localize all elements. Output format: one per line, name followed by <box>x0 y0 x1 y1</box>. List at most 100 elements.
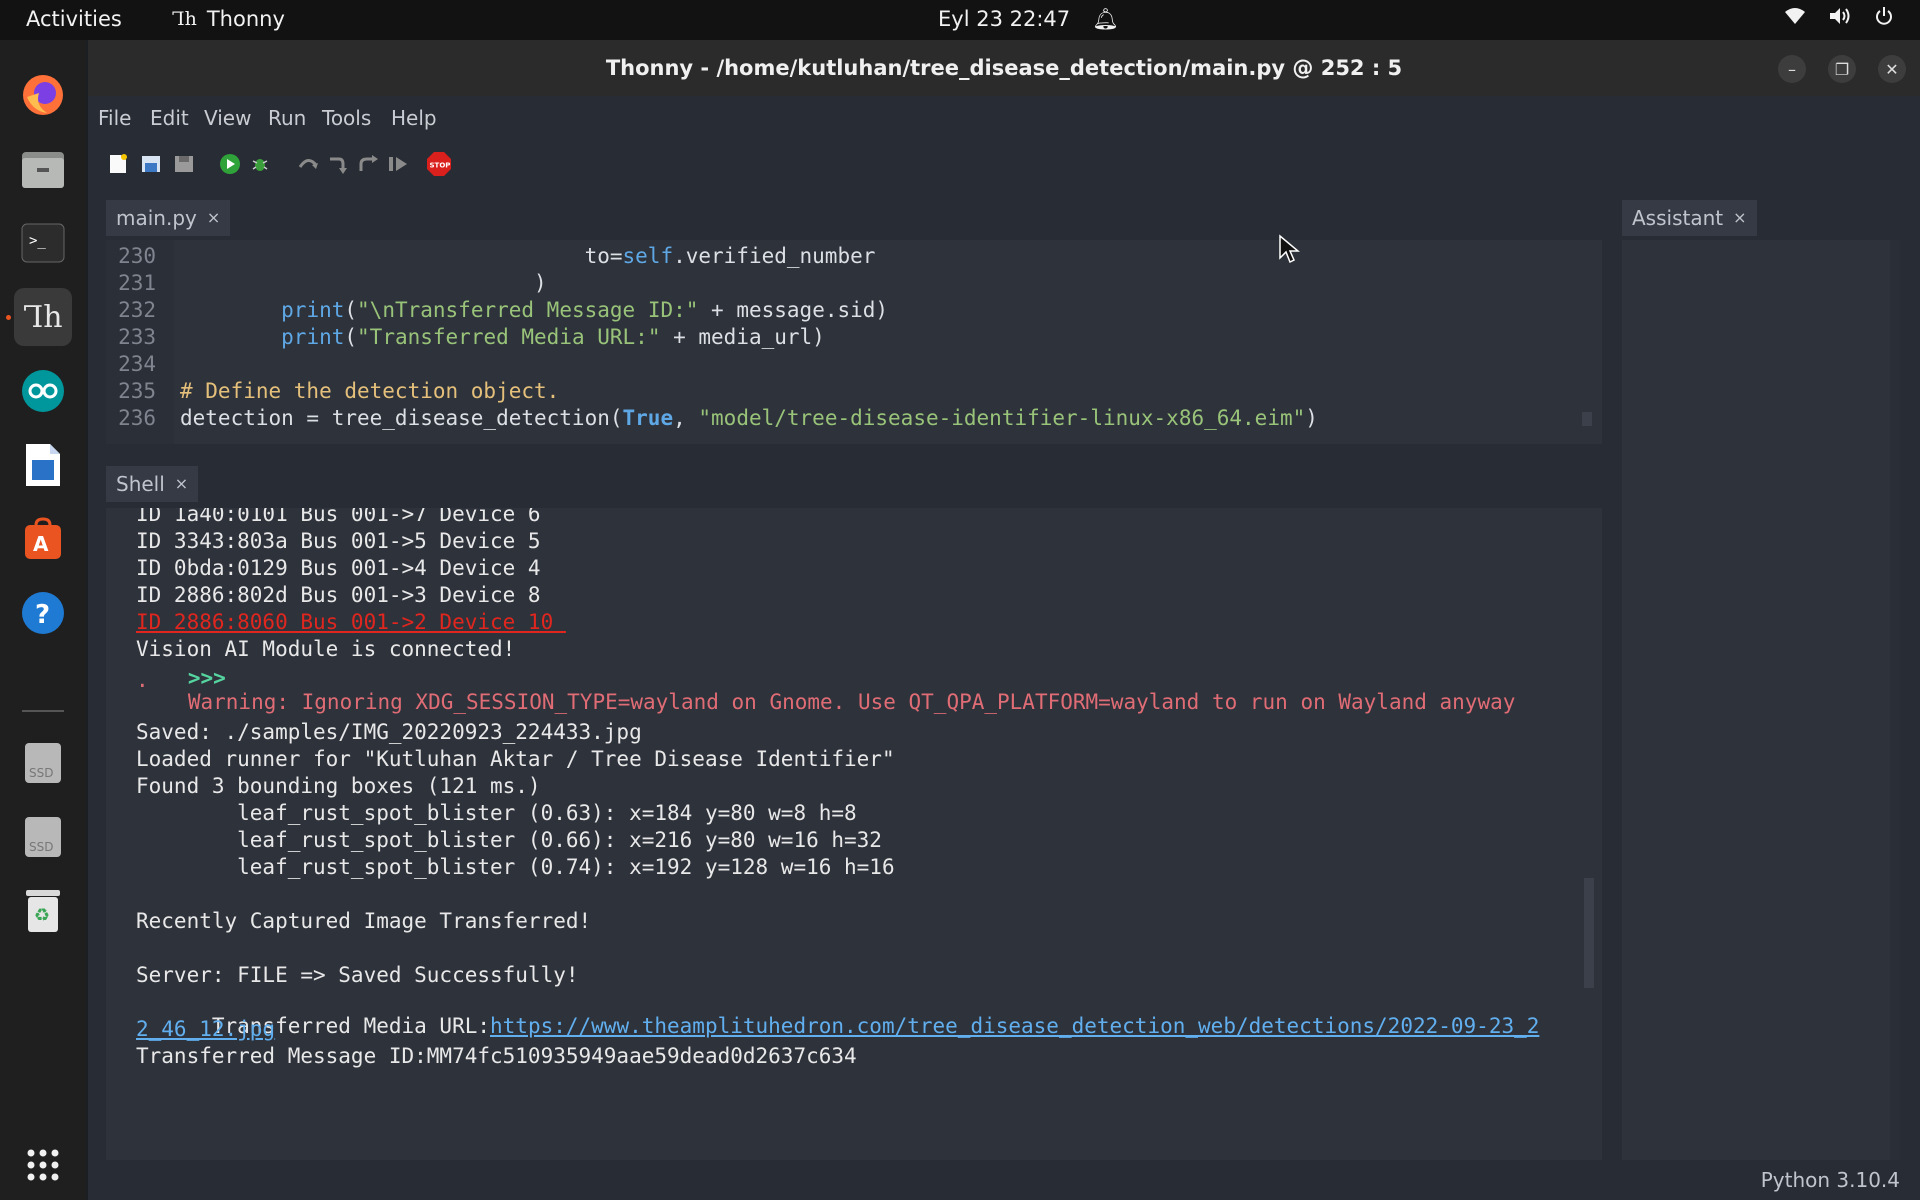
bell-icon[interactable]: 🔔︎ <box>1092 7 1119 32</box>
thonny-th-icon: Ꞁh <box>172 8 197 30</box>
system-tray[interactable] <box>1784 6 1894 31</box>
tab-shell[interactable]: Shell × <box>106 466 199 502</box>
line-number: 234 <box>118 352 156 376</box>
app-name: Thonny <box>206 7 285 31</box>
ubuntu-dock: >_ Ꞁh A ? SSD SSD ♻ <box>0 40 86 1200</box>
libreoffice-writer-icon[interactable] <box>14 436 72 494</box>
line-number: 231 <box>118 271 156 295</box>
software-center-icon[interactable]: A <box>14 510 72 568</box>
shell-warning-continuation: . <box>136 668 149 692</box>
shell-output-line: Loaded runner for "Kutluhan Aktar / Tree… <box>136 747 895 771</box>
tab-label: Shell <box>116 472 165 496</box>
code-line: print("Transferred Media URL:" + media_u… <box>281 325 825 349</box>
minimize-button[interactable]: – <box>1778 55 1806 83</box>
ssd-drive-icon[interactable]: SSD <box>14 808 72 866</box>
step-out-icon[interactable] <box>356 152 380 176</box>
window-titlebar[interactable]: Thonny - /home/kutluhan/tree_disease_det… <box>88 40 1920 96</box>
shell-media-url-line: Transferred Media URL:https://www.theamp… <box>136 990 1540 1062</box>
save-file-icon[interactable] <box>172 152 196 176</box>
maximize-button[interactable]: ❐ <box>1828 55 1856 83</box>
line-number: 232 <box>118 298 156 322</box>
close-icon[interactable]: × <box>1733 200 1746 236</box>
close-icon[interactable]: × <box>207 200 220 236</box>
power-icon <box>1874 6 1894 31</box>
wifi-icon <box>1784 6 1806 31</box>
thonny-window: Thonny - /home/kutluhan/tree_disease_det… <box>88 40 1920 1200</box>
debug-icon[interactable] <box>248 152 272 176</box>
activities-button[interactable]: Activities <box>26 7 122 31</box>
step-into-icon[interactable] <box>326 152 350 176</box>
menu-bar: File Edit View Run Tools Help <box>88 96 1920 136</box>
line-number: 230 <box>118 244 156 268</box>
svg-text:♻: ♻ <box>34 905 50 926</box>
files-icon[interactable] <box>14 140 72 198</box>
svg-text:SSD: SSD <box>29 840 53 854</box>
step-over-icon[interactable] <box>296 152 320 176</box>
thonny-icon[interactable]: Ꞁh <box>14 288 72 346</box>
open-file-icon[interactable] <box>139 152 163 176</box>
shell-output-line: Found 3 bounding boxes (121 ms.) <box>136 774 541 798</box>
firefox-icon[interactable] <box>14 66 72 124</box>
toolbar: STOP <box>88 136 1920 196</box>
editor-scrollbar[interactable] <box>1582 412 1592 426</box>
shell-line: ID 0bda:0129 Bus 001->4 Device 4 <box>136 556 541 580</box>
stop-icon[interactable]: STOP <box>426 151 452 177</box>
resume-icon[interactable] <box>386 152 410 176</box>
shell-line: ID 2886:802d Bus 001->3 Device 8 <box>136 583 541 607</box>
dock-separator <box>22 710 64 712</box>
media-url-link[interactable]: https://www.theamplituhedron.com/tree_di… <box>490 1014 1539 1038</box>
menu-help[interactable]: Help <box>391 106 437 130</box>
shell-output-line: leaf_rust_spot_blister (0.63): x=184 y=8… <box>136 801 857 825</box>
shell-warning: Warning: Ignoring XDG_SESSION_TYPE=wayla… <box>187 690 1516 714</box>
app-menu[interactable]: Ꞁh Thonny <box>172 7 285 31</box>
window-title: Thonny - /home/kutluhan/tree_disease_det… <box>605 56 1403 80</box>
gnome-top-bar: Activities Ꞁh Thonny Eyl 23 22:47 🔔︎ <box>0 0 1920 40</box>
shell-panel[interactable]: ID 1a40:0101 Bus 001->7 Device 6 ID 3343:… <box>106 508 1602 1160</box>
assistant-panel[interactable] <box>1622 240 1900 1160</box>
line-number: 236 <box>118 406 156 430</box>
menu-tools[interactable]: Tools <box>322 106 371 130</box>
code-line: ) <box>180 271 547 295</box>
code-line: to=self.verified_number <box>180 244 876 268</box>
close-button[interactable]: ✕ <box>1878 55 1906 83</box>
line-number: 233 <box>118 325 156 349</box>
menu-run[interactable]: Run <box>268 106 306 130</box>
assistant-scrollbar[interactable] <box>1890 240 1900 1160</box>
code-line: # Define the detection object. <box>180 379 560 403</box>
svg-text:>_: >_ <box>29 233 46 249</box>
svg-text:SSD: SSD <box>29 766 53 780</box>
menu-file[interactable]: File <box>98 106 131 130</box>
line-number: 235 <box>118 379 156 403</box>
tab-label: Assistant <box>1632 206 1724 230</box>
menu-edit[interactable]: Edit <box>150 106 189 130</box>
close-icon[interactable]: × <box>175 466 188 502</box>
svg-text:A: A <box>33 532 49 556</box>
tab-label: main.py <box>116 206 197 230</box>
media-url-link-continued[interactable]: 2_46_12.jpg <box>136 1017 275 1041</box>
python-version-status[interactable]: Python 3.10.4 <box>1761 1168 1900 1192</box>
shell-line: ID 3343:803a Bus 001->5 Device 5 <box>136 529 541 553</box>
ssd-drive-icon[interactable]: SSD <box>14 734 72 792</box>
tab-main-py[interactable]: main.py × <box>106 200 231 236</box>
terminal-icon[interactable]: >_ <box>14 214 72 272</box>
mouse-cursor-icon <box>1278 234 1301 268</box>
new-file-icon[interactable] <box>106 152 130 176</box>
menu-view[interactable]: View <box>204 106 251 130</box>
shell-scrollbar[interactable] <box>1584 878 1594 988</box>
svg-text:?: ? <box>35 600 50 630</box>
running-indicator <box>6 315 11 320</box>
shell-line: ID 1a40:0101 Bus 001->7 Device 6 <box>136 508 541 526</box>
stop-label: STOP <box>430 162 451 170</box>
tab-assistant[interactable]: Assistant × <box>1622 200 1757 236</box>
help-icon[interactable]: ? <box>14 584 72 642</box>
show-apps-grid-icon[interactable] <box>14 1136 72 1194</box>
shell-line: ID 2886:8060 Bus 001->2 Device 10 <box>136 610 566 634</box>
code-editor[interactable]: 230 to=self.verified_number 231 ) 232 prin… <box>106 240 1602 444</box>
arduino-icon[interactable] <box>14 362 72 420</box>
clock[interactable]: Eyl 23 22:47 <box>938 7 1070 31</box>
trash-icon[interactable]: ♻ <box>14 882 72 940</box>
code-line: detection = tree_disease_detection(True,… <box>180 406 1318 430</box>
run-icon[interactable] <box>218 152 242 176</box>
shell-output-line: leaf_rust_spot_blister (0.74): x=192 y=1… <box>136 855 895 879</box>
shell-output-line: leaf_rust_spot_blister (0.66): x=216 y=8… <box>136 828 882 852</box>
